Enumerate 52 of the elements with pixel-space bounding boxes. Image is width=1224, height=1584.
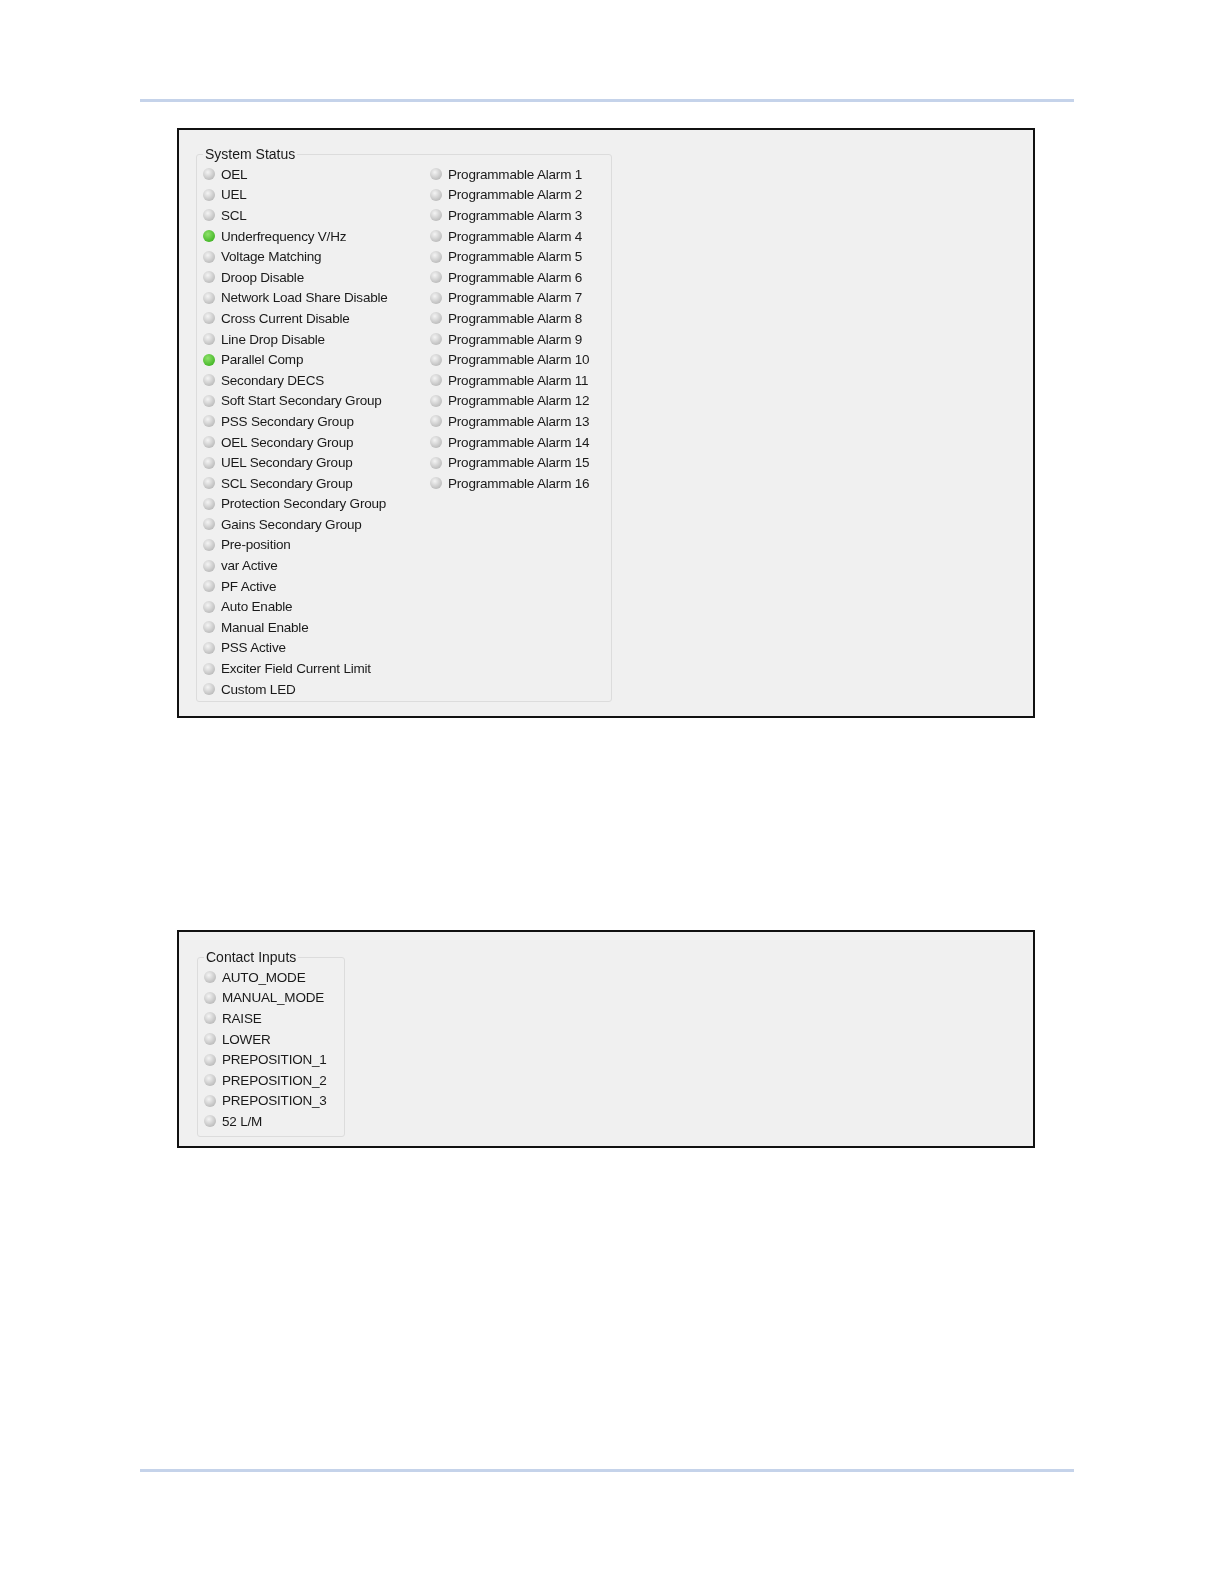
status-label: Programmable Alarm 12 — [448, 393, 590, 409]
status-label: UEL Secondary Group — [221, 455, 353, 471]
status-label: Cross Current Disable — [221, 310, 350, 326]
status-label: Programmable Alarm 8 — [448, 310, 583, 326]
status-label: Programmable Alarm 7 — [448, 290, 583, 306]
status-label: Underfrequency V/Hz — [221, 228, 347, 244]
status-label: Gains Secondary Group — [221, 516, 362, 532]
status-label: Programmable Alarm 9 — [448, 331, 583, 347]
status-label: Pre-position — [221, 537, 291, 553]
status-label: Protection Secondary Group — [221, 496, 387, 512]
status-label: Programmable Alarm 1 — [448, 166, 583, 182]
status-label: SCL — [221, 208, 247, 223]
status-label: Programmable Alarm 15 — [448, 455, 590, 471]
status-label: Programmable Alarm 16 — [448, 475, 590, 491]
status-label: Programmable Alarm 10 — [448, 352, 590, 368]
status-label: Exciter Field Current Limit — [221, 661, 371, 677]
group-title: Contact Inputs — [205, 949, 298, 965]
input-label: PREPOSITION_3 — [222, 1093, 327, 1109]
status-label: Programmable Alarm 4 — [448, 228, 583, 244]
status-label: Programmable Alarm 3 — [448, 208, 583, 223]
status-label: Parallel Comp — [221, 352, 304, 368]
status-label: SCL Secondary Group — [221, 475, 353, 491]
status-label: OEL — [221, 166, 248, 182]
status-label: Programmable Alarm 5 — [448, 249, 583, 265]
status-label: PSS Secondary Group — [221, 413, 354, 429]
status-label: PF Active — [221, 578, 277, 594]
status-label: OEL Secondary Group — [221, 434, 354, 450]
input-label: RAISE — [222, 1011, 262, 1026]
status-label: Custom LED — [221, 681, 296, 697]
status-label: Soft Start Secondary Group — [221, 393, 382, 409]
status-label: Secondary DECS — [221, 372, 324, 388]
input-label: PREPOSITION_1 — [222, 1052, 327, 1068]
status-label: Programmable Alarm 2 — [448, 187, 583, 203]
status-label: Voltage Matching — [221, 249, 322, 265]
status-label: Droop Disable — [221, 269, 304, 285]
status-label: UEL — [221, 187, 247, 203]
input-label: AUTO_MODE — [222, 969, 306, 985]
status-label: Auto Enable — [221, 599, 293, 615]
status-label: Programmable Alarm 13 — [448, 413, 590, 429]
input-label: PREPOSITION_2 — [222, 1072, 327, 1088]
input-label: MANUAL_MODE — [222, 990, 325, 1006]
status-label: Manual Enable — [221, 619, 309, 635]
status-label: Programmable Alarm 11 — [448, 372, 589, 388]
status-label: var Active — [221, 558, 278, 574]
input-label: 52 L/M — [222, 1113, 263, 1129]
status-label: Programmable Alarm 14 — [448, 434, 590, 450]
input-label: LOWER — [222, 1031, 271, 1047]
status-label: Network Load Share Disable — [221, 290, 388, 306]
status-label: Programmable Alarm 6 — [448, 269, 583, 285]
group-title: System Status — [204, 146, 297, 162]
status-label: PSS Active — [221, 640, 286, 656]
status-label: Line Drop Disable — [221, 331, 325, 347]
